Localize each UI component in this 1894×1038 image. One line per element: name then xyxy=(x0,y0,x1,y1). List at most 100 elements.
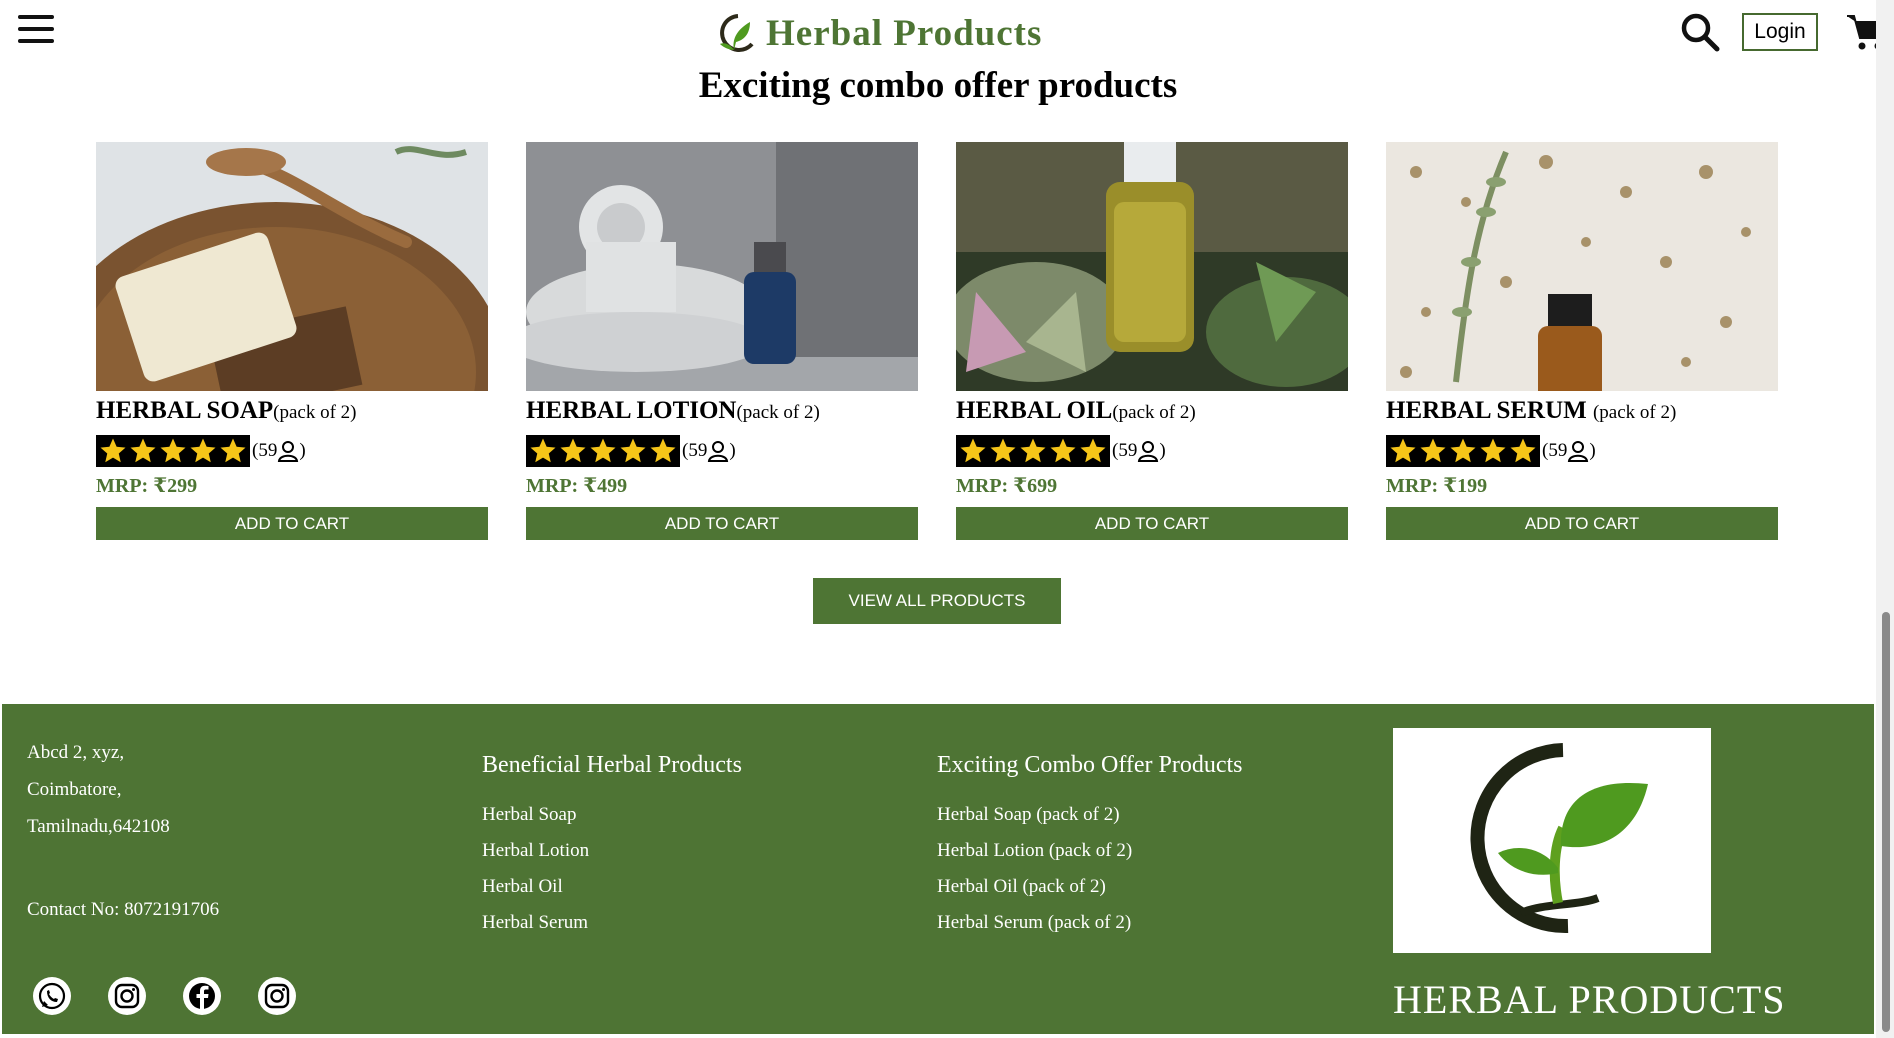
footer-link-serum-pack[interactable]: Herbal Serum (pack of 2) xyxy=(937,905,1243,941)
review-count-close: ) xyxy=(1159,440,1166,461)
product-pack: (pack of 2) xyxy=(273,402,357,423)
instagram-icon[interactable] xyxy=(257,976,297,1016)
product-name[interactable]: HERBAL SOAP xyxy=(96,397,273,424)
star-icon xyxy=(130,438,156,463)
star-rating xyxy=(526,435,680,467)
footer-logo xyxy=(1393,728,1711,953)
product-card-lotion: HERBAL LOTION(pack of 2) (59) MRP: ₹499 … xyxy=(526,142,918,540)
add-to-cart-button[interactable]: ADD TO CART xyxy=(526,507,918,540)
product-price: MRP: ₹499 xyxy=(526,475,628,497)
product-price: MRP: ₹699 xyxy=(956,475,1058,497)
section-title: Exciting combo offer products xyxy=(698,65,1178,106)
product-rating: (59) xyxy=(1386,435,1778,467)
site-header: Herbal Products Login xyxy=(0,0,1894,70)
product-rating: (59) xyxy=(526,435,918,467)
product-card-oil: HERBAL OIL(pack of 2) (59) MRP: ₹699 ADD… xyxy=(956,142,1348,540)
address-line: Abcd 2, xyz, xyxy=(27,742,125,763)
footer-link-herbal-soap[interactable]: Herbal Soap xyxy=(482,797,742,833)
review-count-close: ) xyxy=(729,440,736,461)
review-count-close: ) xyxy=(1589,440,1596,461)
footer-column-combo: Exciting Combo Offer Products Herbal Soa… xyxy=(937,752,1243,941)
product-pack: (pack of 2) xyxy=(1112,402,1196,423)
product-image-soap[interactable] xyxy=(96,142,488,391)
footer-link-soap-pack[interactable]: Herbal Soap (pack of 2) xyxy=(937,797,1243,833)
star-icon xyxy=(160,438,186,463)
contact-number: Contact No: 8072191706 xyxy=(27,899,220,920)
footer-column-beneficial: Beneficial Herbal Products Herbal Soap H… xyxy=(482,752,742,941)
star-icon xyxy=(960,438,986,463)
product-pack: (pack of 2) xyxy=(736,402,820,423)
product-card-serum: HERBAL SERUM (pack of 2) (59) MRP: ₹199 … xyxy=(1386,142,1778,540)
scrollbar-thumb[interactable] xyxy=(1882,612,1890,1032)
user-icon xyxy=(1568,441,1589,462)
login-button[interactable]: Login xyxy=(1742,13,1818,51)
star-icon xyxy=(1080,438,1106,463)
star-icon xyxy=(1020,438,1046,463)
footer-link-herbal-oil[interactable]: Herbal Oil xyxy=(482,869,742,905)
footer-link-herbal-lotion[interactable]: Herbal Lotion xyxy=(482,833,742,869)
product-image-lotion[interactable] xyxy=(526,142,918,391)
review-count: (59 xyxy=(682,440,708,461)
add-to-cart-button[interactable]: ADD TO CART xyxy=(96,507,488,540)
product-pack: (pack of 2) xyxy=(1592,402,1677,423)
social-links xyxy=(32,976,332,1016)
footer-link-oil-pack[interactable]: Herbal Oil (pack of 2) xyxy=(937,869,1243,905)
star-icon xyxy=(1050,438,1076,463)
facebook-icon[interactable] xyxy=(182,976,222,1016)
user-icon xyxy=(1138,441,1159,462)
address-line: Coimbatore, xyxy=(27,779,122,800)
star-rating xyxy=(956,435,1110,467)
product-name[interactable]: HERBAL SERUM xyxy=(1386,397,1593,424)
product-price: MRP: ₹299 xyxy=(96,475,198,497)
star-icon xyxy=(220,438,246,463)
product-grid: HERBAL SOAP(pack of 2) (59) MRP: ₹299 AD… xyxy=(96,142,1780,542)
footer-link-lotion-pack[interactable]: Herbal Lotion (pack of 2) xyxy=(937,833,1243,869)
brand-title: Herbal Products xyxy=(766,12,1043,54)
view-all-products-button[interactable]: VIEW ALL PRODUCTS xyxy=(813,578,1061,624)
site-footer: Abcd 2, xyz, Coimbatore, Tamilnadu,64210… xyxy=(2,704,1874,1034)
product-rating: (59) xyxy=(956,435,1348,467)
star-rating xyxy=(1386,435,1540,467)
plant-hand-logo-icon xyxy=(1470,743,1648,934)
star-icon xyxy=(1480,438,1506,463)
user-icon xyxy=(278,441,299,462)
product-rating: (59) xyxy=(96,435,488,467)
star-icon xyxy=(620,438,646,463)
footer-column-title: Exciting Combo Offer Products xyxy=(937,752,1243,778)
star-icon xyxy=(560,438,586,463)
product-image-oil[interactable] xyxy=(956,142,1348,391)
star-icon xyxy=(1390,438,1416,463)
whatsapp-icon[interactable] xyxy=(32,976,72,1016)
instagram-icon[interactable] xyxy=(107,976,147,1016)
review-count: (59 xyxy=(1542,440,1568,461)
add-to-cart-button[interactable]: ADD TO CART xyxy=(1386,507,1778,540)
star-rating xyxy=(96,435,250,467)
star-icon xyxy=(1510,438,1536,463)
star-icon xyxy=(1450,438,1476,463)
star-icon xyxy=(100,438,126,463)
product-card-soap: HERBAL SOAP(pack of 2) (59) MRP: ₹299 AD… xyxy=(96,142,488,540)
product-image-serum[interactable] xyxy=(1386,142,1778,391)
product-price: MRP: ₹199 xyxy=(1386,475,1488,497)
address-block: Abcd 2, xyz, Coimbatore, Tamilnadu,64210… xyxy=(27,734,219,928)
review-count-close: ) xyxy=(299,440,306,461)
star-icon xyxy=(530,438,556,463)
brand[interactable]: Herbal Products xyxy=(712,8,1042,58)
product-name[interactable]: HERBAL LOTION xyxy=(526,397,736,424)
footer-brand-name: HERBAL PRODUCTS xyxy=(1393,977,1786,1022)
review-count: (59 xyxy=(252,440,278,461)
star-icon xyxy=(590,438,616,463)
search-icon[interactable] xyxy=(1680,12,1720,52)
menu-icon[interactable] xyxy=(18,15,54,47)
add-to-cart-button[interactable]: ADD TO CART xyxy=(956,507,1348,540)
product-name[interactable]: HERBAL OIL xyxy=(956,397,1112,424)
footer-column-title: Beneficial Herbal Products xyxy=(482,752,742,778)
star-icon xyxy=(990,438,1016,463)
user-icon xyxy=(708,441,729,462)
star-icon xyxy=(1420,438,1446,463)
leaf-logo-icon xyxy=(720,14,754,52)
footer-link-herbal-serum[interactable]: Herbal Serum xyxy=(482,905,742,941)
address-line: Tamilnadu,642108 xyxy=(27,816,170,837)
review-count: (59 xyxy=(1112,440,1138,461)
star-icon xyxy=(650,438,676,463)
